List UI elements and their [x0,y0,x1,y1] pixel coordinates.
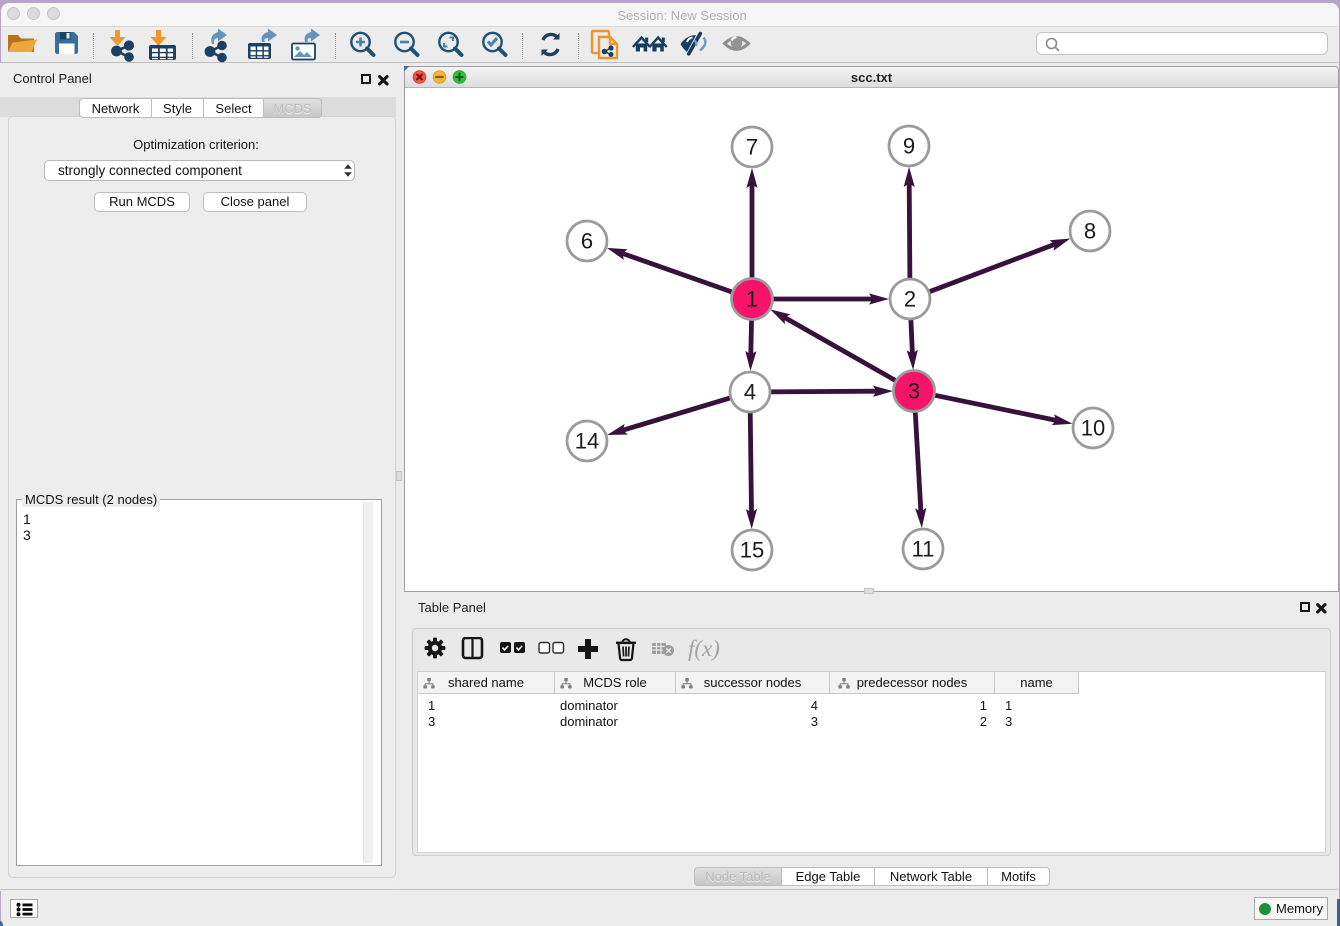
svg-text:2: 2 [904,287,916,312]
svg-text:15: 15 [740,538,764,563]
svg-text:6: 6 [581,229,593,254]
svg-text:9: 9 [903,134,915,159]
svg-text:7: 7 [746,135,758,160]
svg-text:3: 3 [908,379,920,404]
svg-text:4: 4 [744,380,756,405]
svg-text:f(x): f(x) [688,637,720,661]
svg-text:11: 11 [912,537,935,562]
svg-text:10: 10 [1081,416,1105,441]
svg-text:1: 1 [746,287,758,312]
svg-text:8: 8 [1084,219,1096,244]
svg-text:14: 14 [575,429,599,454]
